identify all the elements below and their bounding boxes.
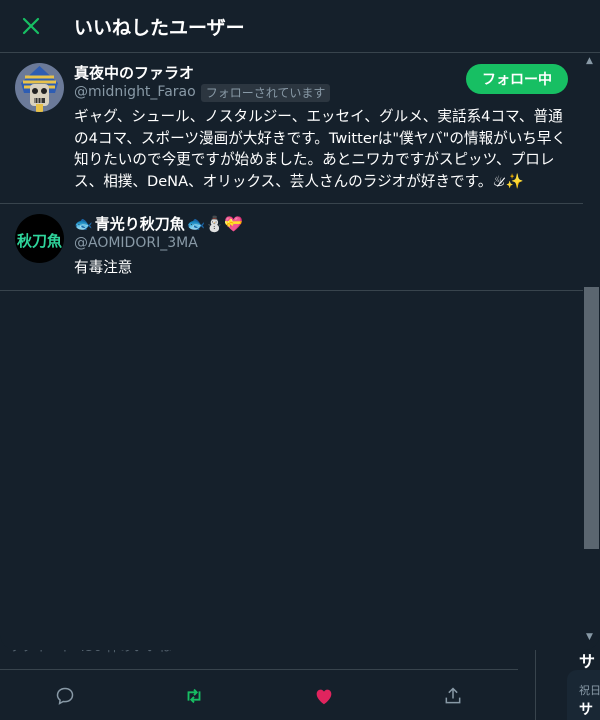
share-icon[interactable]	[435, 678, 471, 714]
liked-by-modal: いいねしたユーザー 真夜中のファラオ @midnight_Farao フォローさ…	[0, 0, 600, 650]
scroll-down-icon[interactable]: ▼	[586, 632, 593, 642]
user-cell[interactable]: 真夜中のファラオ @midnight_Farao フォローされています フォロー…	[0, 53, 583, 204]
reply-icon[interactable]	[47, 678, 83, 714]
avatar[interactable]	[15, 63, 64, 112]
user-cell[interactable]: 秋刀魚 🐟 青光り秋刀魚 🐟⛄💝 @AOMIDORI_3MA 有毒注意	[0, 204, 583, 291]
divider	[0, 669, 518, 670]
trends-heading: サ	[579, 652, 596, 671]
trend-meta: 祝日	[579, 684, 600, 697]
trends-card: サ 祝日 サ	[567, 652, 600, 720]
close-icon	[22, 17, 40, 35]
close-button[interactable]	[14, 9, 48, 43]
modal-header: いいねしたユーザー	[0, 0, 600, 53]
user-handle[interactable]: @midnight_Farao	[74, 83, 196, 102]
avatar-text: 秋刀魚	[17, 232, 62, 250]
user-bio: ギャグ、シュール、ノスタルジー、エッセイ、グルメ、実話系4コマ、普通の4コマ、ス…	[74, 108, 567, 190]
scroll-up-icon[interactable]: ▲	[586, 56, 593, 66]
like-icon[interactable]	[306, 678, 342, 714]
retweet-icon[interactable]	[176, 678, 212, 714]
follows-you-badge: フォローされています	[200, 83, 331, 102]
avatar[interactable]: 秋刀魚	[15, 214, 64, 263]
user-bio: 有毒注意	[74, 259, 133, 276]
user-name[interactable]: 🐟 青光り秋刀魚 🐟⛄💝	[74, 214, 568, 234]
fish-icon: 🐟	[74, 215, 93, 233]
scrollbar-thumb[interactable]	[584, 287, 599, 549]
following-button[interactable]: フォロー中	[466, 64, 568, 94]
emoji-icons: 🐟⛄💝	[186, 215, 243, 233]
tweet-actions	[0, 672, 518, 720]
trend-title[interactable]: サ	[579, 699, 593, 719]
user-handle[interactable]: @AOMIDORI_3MA	[74, 234, 198, 253]
user-name[interactable]: 真夜中のファラオ	[74, 63, 330, 83]
user-list: 真夜中のファラオ @midnight_Farao フォローされています フォロー…	[0, 53, 583, 650]
modal-title: いいねしたユーザー	[74, 16, 245, 39]
